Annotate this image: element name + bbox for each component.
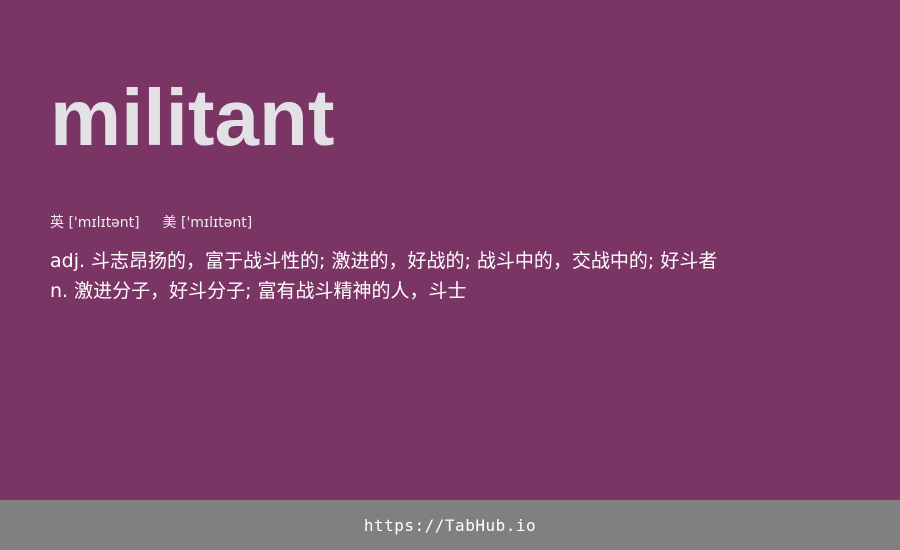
definition-noun: n. 激进分子，好斗分子; 富有战斗精神的人，斗士	[50, 276, 717, 306]
uk-label: 英	[50, 215, 64, 231]
phonetics-row: 英 ['mɪlɪtənt] 美 ['mɪlɪtənt]	[50, 213, 252, 233]
definition-text: 斗志昂扬的，富于战斗性的; 激进的，好战的; 战斗中的，交战中的; 好斗者	[91, 250, 718, 272]
definitions: adj. 斗志昂扬的，富于战斗性的; 激进的，好战的; 战斗中的，交战中的; 好斗…	[50, 246, 717, 306]
part-of-speech: n.	[50, 280, 69, 302]
word-card: militant 英 ['mɪlɪtənt] 美 ['mɪlɪtənt] adj…	[0, 0, 900, 500]
us-label: 美	[162, 215, 177, 231]
definition-text: 激进分子，好斗分子; 富有战斗精神的人，斗士	[74, 280, 467, 302]
headword: militant	[50, 73, 335, 162]
us-pronunciation: ['mɪlɪtənt]	[180, 215, 253, 231]
definition-adj: adj. 斗志昂扬的，富于战斗性的; 激进的，好战的; 战斗中的，交战中的; 好斗…	[50, 246, 717, 276]
tabhub-link[interactable]: https://TabHub.io	[364, 516, 536, 535]
footer-bar: https://TabHub.io	[0, 500, 900, 550]
uk-pronunciation: ['mɪlɪtənt]	[68, 215, 140, 231]
part-of-speech: adj.	[50, 250, 86, 272]
